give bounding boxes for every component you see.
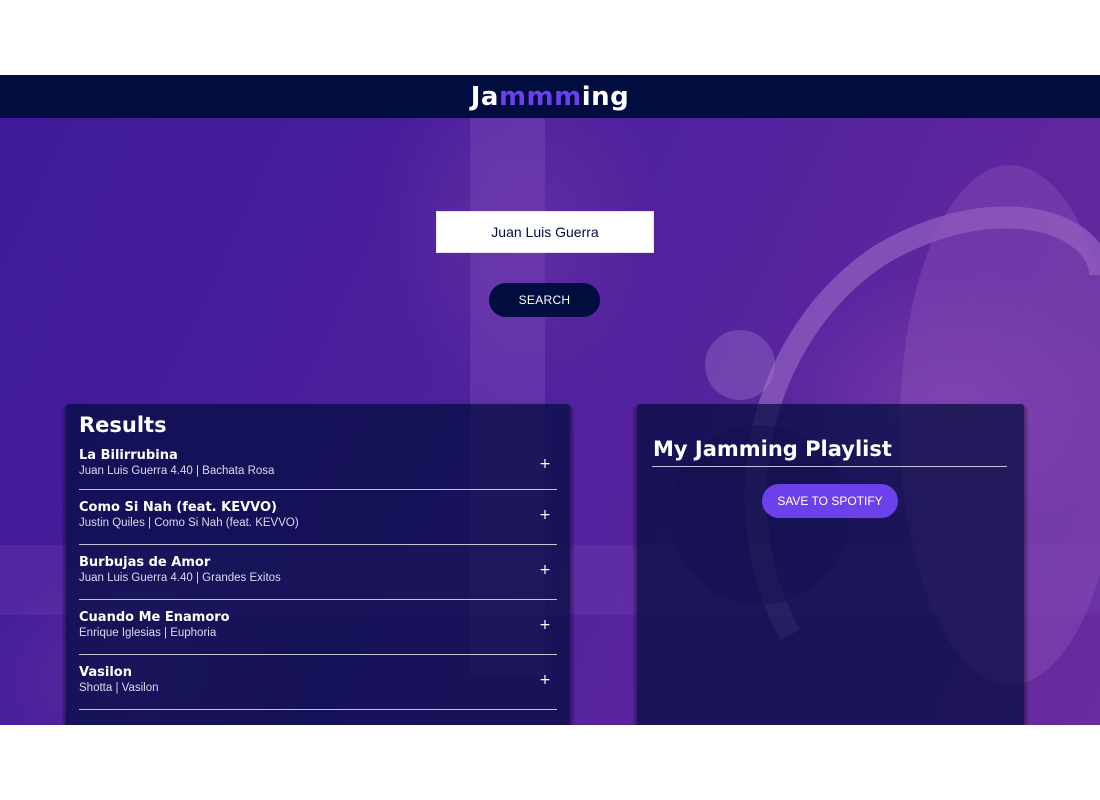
track-info: Vasilon Shotta | Vasilon [79, 665, 159, 696]
track-artist-album: Shotta | Vasilon [79, 681, 159, 694]
results-title: Results [79, 413, 167, 437]
track-item: Cuando Me Enamoro Enrique Iglesias | Eup… [79, 600, 557, 655]
track-artist-album: Juan Luis Guerra 4.40 | Grandes Exitos [79, 571, 281, 584]
add-track-button[interactable]: + [533, 617, 557, 633]
playlist-panel: My Jamming Playlist SAVE TO SPOTIFY [637, 404, 1024, 725]
add-track-button[interactable]: + [533, 672, 557, 688]
track-item: Burbujas de Amor Juan Luis Guerra 4.40 |… [79, 545, 557, 600]
search-results-panel: Results La Bilirrubina Juan Luis Guerra … [66, 404, 570, 725]
search-input[interactable] [437, 212, 653, 252]
track-info: La Bilirrubina Juan Luis Guerra 4.40 | B… [79, 448, 274, 479]
app-header: Jammming [0, 75, 1100, 118]
track-item: La Bilirrubina Juan Luis Guerra 4.40 | B… [79, 442, 557, 490]
save-to-spotify-button[interactable]: SAVE TO SPOTIFY [762, 484, 898, 518]
track-item: Vasilon Shotta | Vasilon + [79, 655, 557, 710]
track-artist-album: Justin Quiles | Como Si Nah (feat. KEVVO… [79, 516, 299, 529]
search-bar [436, 211, 654, 253]
track-artist-album: Enrique Iglesias | Euphoria [79, 626, 217, 639]
app-logo: Jammming [471, 82, 630, 112]
logo-suffix: ing [581, 81, 630, 112]
track-info: Burbujas de Amor Juan Luis Guerra 4.40 |… [79, 555, 281, 586]
app-root: Jammming SEARCH Results La Bilirrubina J… [0, 75, 1100, 725]
track-item: Como Si Nah (feat. KEVVO) Justin Quiles … [79, 490, 557, 545]
track-name: Burbujas de Amor [79, 554, 211, 570]
logo-accent: mmm [498, 81, 582, 112]
playlist-name-input[interactable]: My Jamming Playlist [652, 434, 1007, 467]
track-name: Cuando Me Enamoro [79, 609, 230, 625]
add-track-button[interactable]: + [533, 456, 557, 472]
track-name: Como Si Nah (feat. KEVVO) [79, 499, 277, 515]
track-name: La Bilirrubina [79, 448, 178, 463]
headphones-earcup [705, 330, 775, 400]
add-track-button[interactable]: + [533, 507, 557, 523]
search-button[interactable]: SEARCH [489, 283, 600, 317]
track-info: Cuando Me Enamoro Enrique Iglesias | Eup… [79, 610, 230, 641]
track-info: Como Si Nah (feat. KEVVO) Justin Quiles … [79, 500, 299, 531]
track-name: Vasilon [79, 664, 132, 680]
track-artist-album: Juan Luis Guerra 4.40 | Bachata Rosa [79, 465, 275, 477]
logo-prefix: Ja [470, 81, 499, 112]
add-track-button[interactable]: + [533, 562, 557, 578]
results-track-list: La Bilirrubina Juan Luis Guerra 4.40 | B… [79, 442, 557, 710]
